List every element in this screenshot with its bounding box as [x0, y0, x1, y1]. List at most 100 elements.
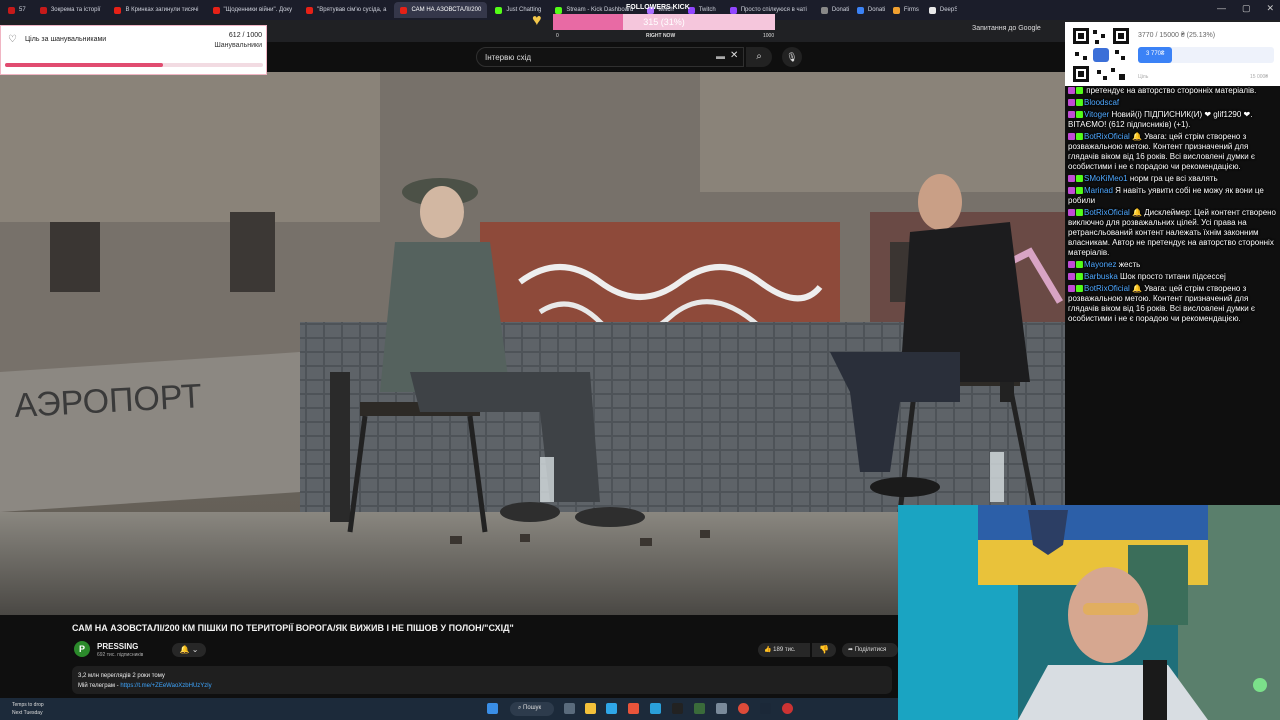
telegram-label: Мій телеграм -	[78, 683, 121, 689]
followers-kick-now: RIGHT NOW	[646, 33, 676, 39]
tab-label: DeepState	[939, 7, 957, 13]
settings-icon[interactable]	[716, 703, 727, 714]
telegram-icon[interactable]	[650, 703, 661, 714]
tab-label: Stream - Kick Dashboard	[566, 7, 634, 13]
donation-progress-text: 3770 / 15000 ₴ (25.13%)	[1138, 32, 1216, 39]
fan-goal-widget: ♡ Ціль за шанувальниками 612 / 1000 Шану…	[0, 25, 267, 75]
chat-username[interactable]: SMoKiMeo1	[1084, 174, 1128, 183]
chat-badge-icon	[1068, 133, 1075, 141]
chat-username[interactable]: Marinad	[1084, 186, 1113, 195]
chat-username[interactable]: BotRixOficial	[1084, 132, 1130, 141]
chat-username[interactable]: Bloodscaf	[1084, 98, 1119, 107]
channel-avatar[interactable]: P	[74, 641, 90, 657]
browser-tab[interactable]: "Врятував сім'ю сусіда, а	[300, 2, 392, 18]
browser-tab[interactable]: Donatik	[815, 2, 849, 18]
browser-tab[interactable]: 57	[2, 2, 32, 18]
browser-tab[interactable]: "Щоденники війни". Доку	[207, 2, 299, 18]
chat-badge-icon	[1076, 285, 1083, 293]
tab-favicon-icon	[495, 6, 503, 14]
dislike-button[interactable]: 👎	[812, 643, 836, 657]
app-icon[interactable]	[694, 703, 705, 714]
maximize-icon[interactable]: ▢	[1242, 3, 1251, 14]
tab-favicon-icon	[8, 6, 15, 14]
chat-badge-icon	[1068, 187, 1075, 195]
chat-username[interactable]: BotRixOficial	[1084, 284, 1130, 293]
donation-goal-label: Ціль	[1138, 74, 1149, 80]
tab-label: Twitch	[698, 7, 716, 13]
chrome-icon[interactable]	[738, 703, 749, 714]
close-icon[interactable]: ✕	[1266, 3, 1274, 14]
minimize-icon[interactable]: —	[1217, 3, 1226, 14]
ask-google-button[interactable]: Запитання до Google	[972, 25, 1041, 32]
telegram-link[interactable]: https://t.me/+ZEeWaoXzbHUzYzly	[120, 683, 211, 689]
chat-username[interactable]: Mayonez	[1084, 260, 1116, 269]
chat-username[interactable]: Vitoger	[1084, 110, 1109, 119]
chat-badge-icon	[1068, 273, 1075, 281]
record-icon[interactable]	[782, 703, 793, 714]
chat-message: Marinad Я навіть уявити собі не можу як …	[1068, 186, 1280, 206]
clear-search-icon[interactable]: ✕	[730, 50, 738, 61]
tab-favicon-icon	[306, 6, 314, 14]
tab-favicon-icon	[212, 6, 220, 14]
firefox-icon[interactable]	[628, 703, 639, 714]
tab-label: Зокрема та історії	[50, 7, 101, 13]
tab-favicon-icon	[400, 6, 408, 14]
like-button[interactable]: 👍 189 тис.	[758, 643, 810, 657]
chat-message: SMoKiMeo1 норм гра це всі хвалять	[1068, 174, 1280, 184]
chat-badge-icon	[1076, 209, 1083, 217]
voice-search-button[interactable]: 🎙	[782, 47, 802, 67]
share-button[interactable]: ➦ Поділитися	[842, 643, 898, 657]
tab-favicon-icon	[729, 6, 737, 14]
task-view-icon[interactable]	[564, 703, 575, 714]
tab-favicon-icon	[39, 6, 47, 14]
share-label: Поділитися	[854, 647, 887, 653]
browser-tab[interactable]: САМ НА АЗОВСТАЛІ/200	[394, 2, 488, 18]
tab-favicon-icon	[892, 6, 900, 14]
browser-tab[interactable]: В Кринках загинули тисячі	[108, 2, 204, 18]
file-explorer-icon[interactable]	[585, 703, 596, 714]
chat-text: Шок просто титани підсессеj	[1120, 272, 1226, 281]
browser-tab[interactable]: DeepState	[923, 2, 957, 18]
browser-tab[interactable]: Зокрема та історії	[34, 2, 107, 18]
views-line: 3,2 млн переглядів 2 роки тому	[78, 673, 165, 679]
fan-goal-progress-fill	[5, 63, 163, 67]
chat-badge-icon	[1068, 111, 1075, 119]
start-icon[interactable]	[487, 703, 498, 714]
steam-icon[interactable]	[760, 703, 771, 714]
chat-username[interactable]: BotRixOficial	[1084, 208, 1130, 217]
channel-name[interactable]: PRESSING	[97, 642, 138, 651]
browser-tab[interactable]: Firms	[887, 2, 921, 18]
chat-badge-icon	[1068, 87, 1075, 95]
video-description[interactable]: 3,2 млн переглядів 2 роки тому Мій телег…	[72, 666, 892, 694]
chat-username[interactable]: Barbuska	[1084, 272, 1118, 281]
weather-text: Temps to drop	[12, 702, 44, 708]
taskbar-search-label: Пошук	[523, 705, 542, 711]
webcam-frame	[898, 505, 1280, 720]
keyboard-icon[interactable]: ▬	[716, 51, 725, 61]
donation-amount: 3 770₴	[1146, 51, 1165, 57]
chat-badge-icon	[1068, 209, 1075, 217]
search-button[interactable]: ⌕	[746, 47, 772, 67]
obs-icon[interactable]	[672, 703, 683, 714]
donation-goal-max: 15 000₴	[1250, 74, 1269, 80]
video-info: САМ НА АЗОВСТАЛІ/200 КМ ПІШКИ ПО ТЕРИТОР…	[0, 615, 900, 698]
weather-widget[interactable]: Temps to drop Next Tuesday	[12, 701, 44, 717]
chat-overlay: претендує на авторство сторонніх матеріа…	[1068, 86, 1280, 366]
browser-tab[interactable]: Donations	[851, 2, 885, 18]
subscriber-count: 692 тис. підписників	[97, 652, 144, 658]
search-input[interactable]: Інтервю схід	[476, 47, 744, 67]
microphone-icon: 🎙	[786, 52, 798, 62]
chat-message: BotRixOficial 🔔 Увага: цей стрім створен…	[1068, 132, 1280, 172]
chat-message: Bloodscaf	[1068, 98, 1280, 108]
chat-text: норм гра це всі хвалять	[1129, 174, 1218, 183]
notification-bell-button[interactable]: 🔔 ⌄	[172, 643, 206, 657]
edge-icon[interactable]	[606, 703, 617, 714]
fan-goal-label: Ціль за шанувальниками	[25, 36, 107, 43]
tab-favicon-icon	[555, 6, 563, 14]
chat-badge-icon	[1076, 111, 1083, 119]
thumbs-up-icon: 👍	[764, 647, 772, 653]
qr-code-icon	[1071, 26, 1131, 84]
taskbar-search[interactable]: ⌕ Пошук	[510, 702, 554, 716]
tab-label: Donatik	[831, 7, 849, 13]
tab-label: Donations	[867, 7, 885, 13]
